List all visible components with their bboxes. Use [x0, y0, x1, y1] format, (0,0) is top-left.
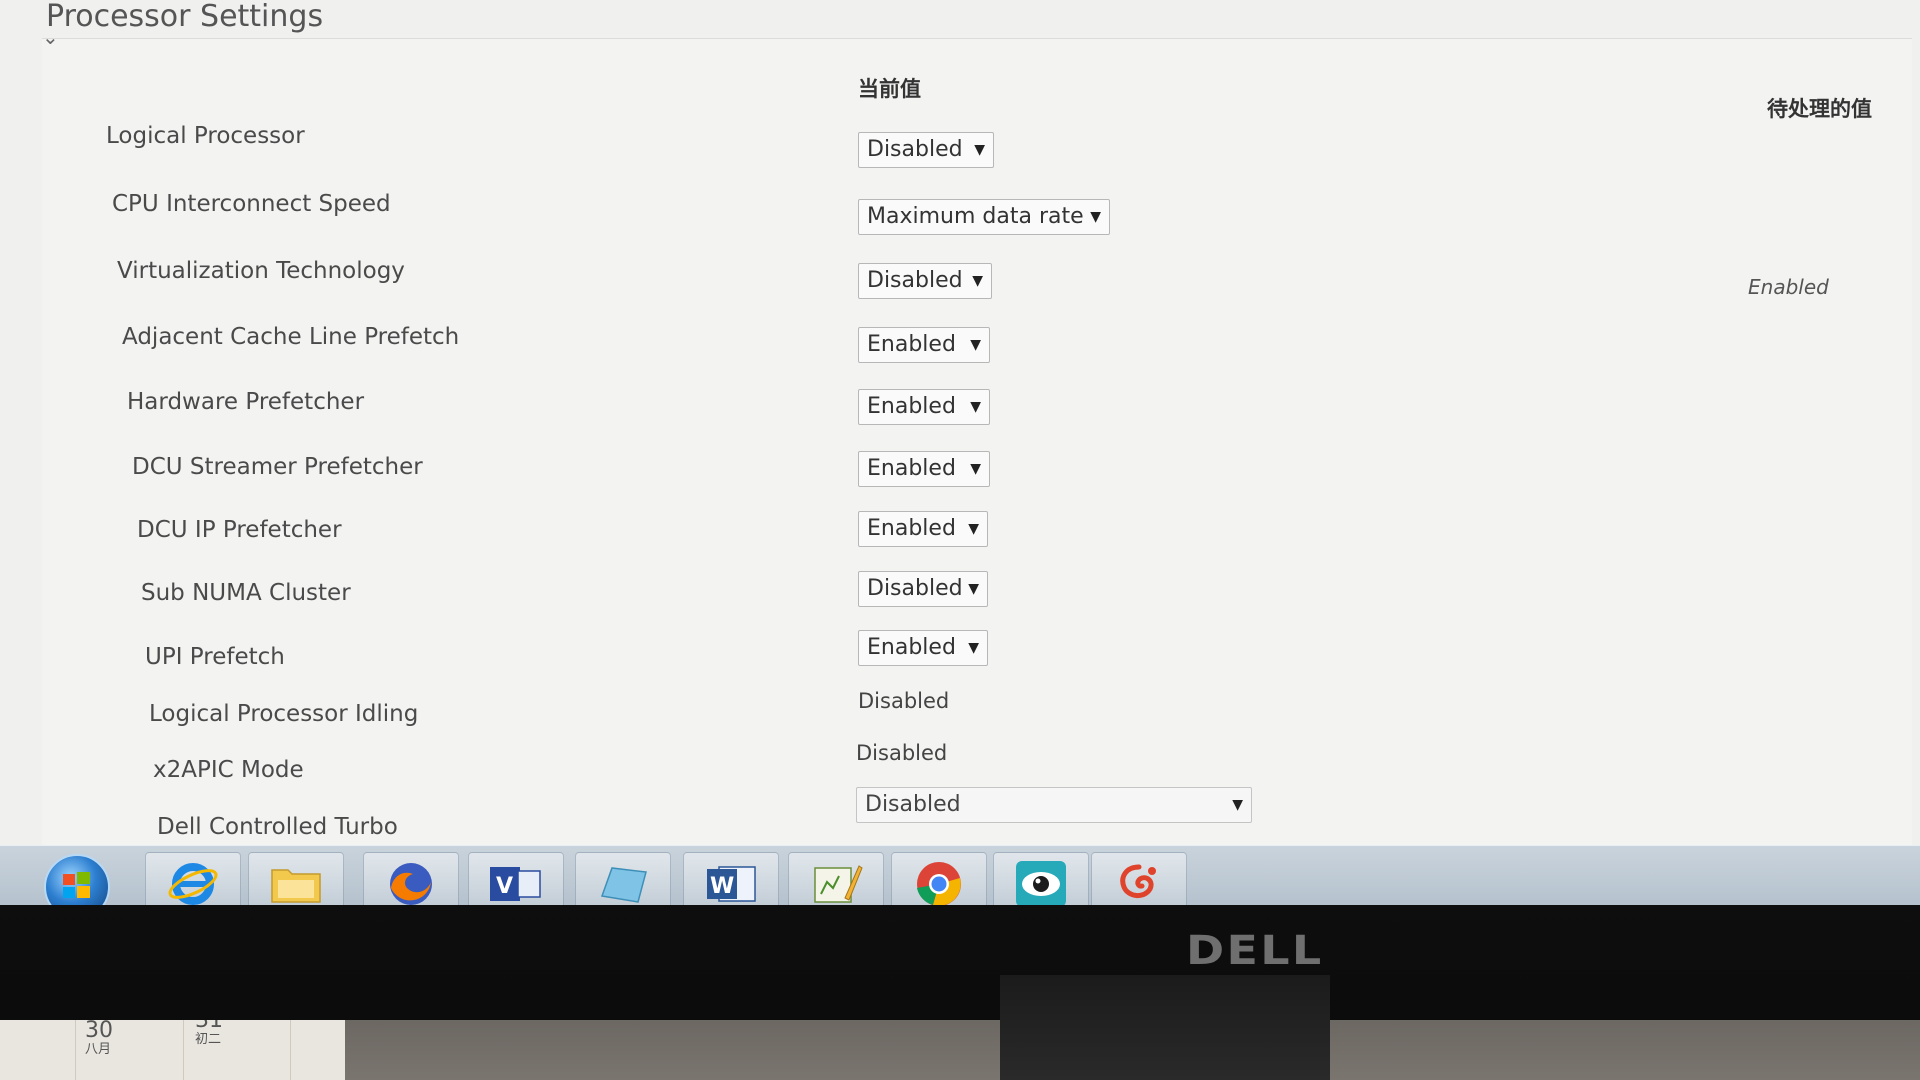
select-value: Enabled	[867, 635, 956, 660]
row-label-sub-numa-cluster: Sub NUMA Cluster	[141, 580, 351, 606]
select-hardware-prefetcher[interactable]: Enabled ▼	[858, 389, 990, 425]
select-upi-prefetch[interactable]: Enabled ▼	[858, 630, 988, 666]
row-label-virtualization-technology: Virtualization Technology	[117, 258, 405, 284]
eye-app-icon	[1016, 861, 1066, 905]
desk-calendar: 30 八月 31 初二	[0, 1008, 345, 1080]
calendar-day-1: 30 八月	[85, 1018, 113, 1058]
internet-explorer-icon	[168, 863, 218, 905]
calendar-day-2-sub: 初二	[195, 1032, 222, 1048]
select-value: Disabled	[867, 268, 963, 293]
dropdown-caret-icon: ▼	[968, 521, 979, 537]
chrome-icon	[917, 862, 961, 905]
taskbar-internet-explorer[interactable]	[145, 852, 241, 905]
edit-tool-icon	[814, 865, 863, 903]
taskbar-word[interactable]: W	[683, 852, 779, 905]
svg-text:V: V	[496, 874, 513, 899]
notepad-icon	[600, 867, 647, 903]
select-value: Disabled	[867, 576, 963, 601]
select-value: Enabled	[867, 394, 956, 419]
select-dell-controlled-turbo[interactable]: Disabled ▼	[856, 787, 1252, 823]
dropdown-caret-icon: ▼	[968, 581, 979, 597]
taskbar: V W	[0, 845, 1920, 905]
select-sub-numa-cluster[interactable]: Disabled ▼	[858, 571, 988, 607]
section-title: Processor Settings	[46, 0, 324, 34]
dropdown-caret-icon: ▼	[974, 142, 985, 158]
value-x2apic-mode: Disabled	[856, 741, 948, 765]
select-value: Disabled	[867, 137, 963, 162]
windows-logo-icon	[63, 872, 90, 898]
processor-settings-panel: ⌄ Processor Settings 当前值 待处理的值 Logical P…	[42, 0, 1912, 859]
row-label-cpu-interconnect-speed: CPU Interconnect Speed	[112, 191, 391, 217]
select-value: Enabled	[867, 332, 956, 357]
value-logical-processor-idling: Disabled	[858, 689, 950, 713]
monitor-stand	[1000, 975, 1330, 1080]
svg-text:W: W	[710, 874, 734, 899]
taskbar-firefox[interactable]	[363, 852, 459, 905]
select-cpu-interconnect-speed[interactable]: Maximum data rate ▼	[858, 199, 1110, 235]
monitor-brand-logo: DELL	[1186, 928, 1324, 974]
dropdown-caret-icon: ▼	[972, 273, 983, 289]
dropdown-caret-icon: ▼	[970, 337, 981, 353]
select-virtualization-technology[interactable]: Disabled ▼	[858, 263, 992, 299]
dropdown-caret-icon: ▼	[970, 399, 981, 415]
row-label-logical-processor: Logical Processor	[106, 123, 305, 149]
select-value: Enabled	[867, 516, 956, 541]
select-logical-processor[interactable]: Disabled ▼	[858, 132, 994, 168]
select-value: Maximum data rate	[867, 204, 1084, 229]
firefox-icon	[390, 863, 432, 905]
select-adjacent-cache-line-prefetch[interactable]: Enabled ▼	[858, 327, 990, 363]
column-header-current: 当前值	[858, 77, 921, 101]
row-label-dcu-streamer-prefetcher: DCU Streamer Prefetcher	[132, 454, 423, 480]
row-label-dell-controlled-turbo: Dell Controlled Turbo	[157, 814, 398, 840]
taskbar-swirl-app[interactable]	[1091, 852, 1187, 905]
calendar-day-1-sub: 八月	[85, 1042, 112, 1058]
taskbar-visio[interactable]: V	[468, 852, 564, 905]
row-label-dcu-ip-prefetcher: DCU IP Prefetcher	[137, 517, 342, 543]
word-icon: W	[707, 866, 756, 902]
taskbar-notepad[interactable]	[575, 852, 671, 905]
row-label-hardware-prefetcher: Hardware Prefetcher	[127, 389, 365, 415]
dropdown-caret-icon: ▼	[1090, 209, 1101, 225]
visio-icon: V	[490, 867, 541, 901]
taskbar-file-explorer[interactable]	[248, 852, 344, 905]
row-label-adjacent-cache-line-prefetch: Adjacent Cache Line Prefetch	[122, 324, 460, 350]
screen: ⌄ Processor Settings 当前值 待处理的值 Logical P…	[0, 0, 1920, 905]
select-dcu-ip-prefetcher[interactable]: Enabled ▼	[858, 511, 988, 547]
taskbar-chrome[interactable]	[891, 852, 987, 905]
taskbar-edit-tool[interactable]	[788, 852, 884, 905]
select-dcu-streamer-prefetcher[interactable]: Enabled ▼	[858, 451, 990, 487]
calendar-divider	[183, 1011, 184, 1080]
column-header-pending: 待处理的值	[1767, 97, 1872, 121]
taskbar-eye-app[interactable]	[993, 852, 1089, 905]
dropdown-caret-icon: ▼	[970, 461, 981, 477]
start-orb[interactable]	[44, 854, 110, 905]
swirl-app-icon	[1120, 864, 1156, 898]
dropdown-caret-icon: ▼	[1232, 797, 1243, 813]
row-label-upi-prefetch: UPI Prefetch	[145, 644, 285, 670]
calendar-divider	[75, 1011, 76, 1080]
dropdown-caret-icon: ▼	[968, 640, 979, 656]
select-value: Enabled	[867, 456, 956, 481]
calendar-day-1-number: 30	[85, 1018, 113, 1043]
row-label-x2apic-mode: x2APIC Mode	[153, 757, 304, 783]
select-value: Disabled	[865, 792, 961, 817]
file-explorer-icon	[271, 869, 321, 903]
pending-value-virtualization-technology: Enabled	[1748, 275, 1829, 299]
row-label-logical-processor-idling: Logical Processor Idling	[149, 701, 419, 727]
calendar-divider	[290, 1011, 291, 1080]
